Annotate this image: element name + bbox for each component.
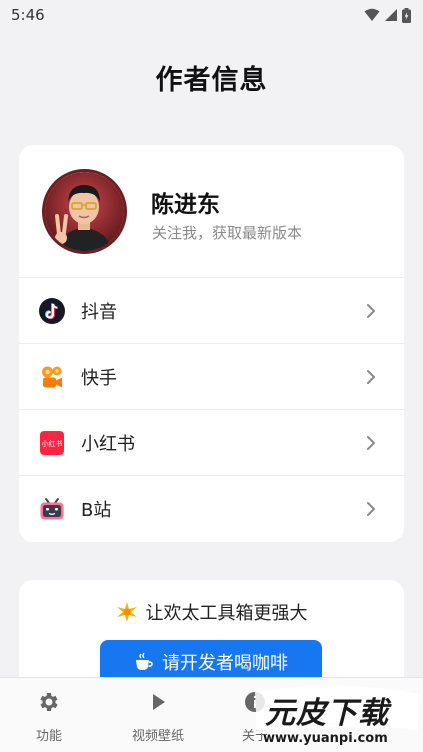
play-icon xyxy=(153,694,165,710)
battery-icon xyxy=(402,7,411,23)
support-title-text: 让欢太工具箱更强大 xyxy=(145,603,308,624)
status-icons xyxy=(364,7,411,23)
link-row-douyin[interactable]: 抖音 xyxy=(19,277,404,343)
link-row-kuaishou[interactable]: 快手 xyxy=(19,343,404,409)
link-row-xiaohongshu[interactable]: 小红书 小红书 xyxy=(19,409,404,475)
chevron-right-icon xyxy=(367,502,375,516)
support-title: 让欢太工具箱更强大 xyxy=(19,599,404,625)
status-bar: 5:46 xyxy=(0,0,423,30)
nav-item-video-wallpaper[interactable]: 视频壁纸 xyxy=(113,678,203,752)
author-subtitle: 关注我，获取最新版本 xyxy=(152,224,303,242)
watermark-title: 元皮下载 xyxy=(265,696,389,731)
bilibili-icon xyxy=(40,498,64,520)
avatar xyxy=(42,169,127,254)
xiaohongshu-icon: 小红书 xyxy=(40,431,64,455)
link-row-bilibili[interactable]: B站 xyxy=(19,475,404,541)
kuaishou-icon xyxy=(42,366,62,388)
watermark: 元皮下载 www.yuanpi.com xyxy=(251,684,423,752)
xiaohongshu-icon-text: 小红书 xyxy=(42,439,63,448)
douyin-icon xyxy=(39,298,65,324)
chevron-right-icon xyxy=(367,304,375,318)
wifi-icon xyxy=(364,8,380,21)
nav-item-features[interactable]: 功能 xyxy=(4,678,94,752)
chevron-right-icon xyxy=(367,370,375,384)
nav-label-video-wallpaper: 视频壁纸 xyxy=(131,729,184,744)
author-card: 陈进东 关注我，获取最新版本 抖音 快手 小红书 小红书 B站 xyxy=(19,145,404,542)
sparkle-star-icon xyxy=(116,602,137,622)
nav-label-features: 功能 xyxy=(35,729,62,744)
signal-icon xyxy=(385,9,397,21)
link-label-bilibili: B站 xyxy=(81,499,112,521)
author-profile: 陈进东 关注我，获取最新版本 xyxy=(19,145,404,277)
watermark-url: www.yuanpi.com xyxy=(263,731,388,746)
author-name: 陈进东 xyxy=(151,192,220,218)
coffee-icon xyxy=(136,652,153,670)
status-time: 5:46 xyxy=(11,6,45,24)
gear-icon xyxy=(40,693,58,711)
link-label-kuaishou: 快手 xyxy=(81,367,117,389)
buy-coffee-label: 请开发者喝咖啡 xyxy=(162,653,288,674)
link-label-douyin: 抖音 xyxy=(81,301,117,323)
page-title: 作者信息 xyxy=(155,65,268,96)
chevron-right-icon xyxy=(367,436,375,450)
link-label-xiaohongshu: 小红书 xyxy=(81,433,135,455)
